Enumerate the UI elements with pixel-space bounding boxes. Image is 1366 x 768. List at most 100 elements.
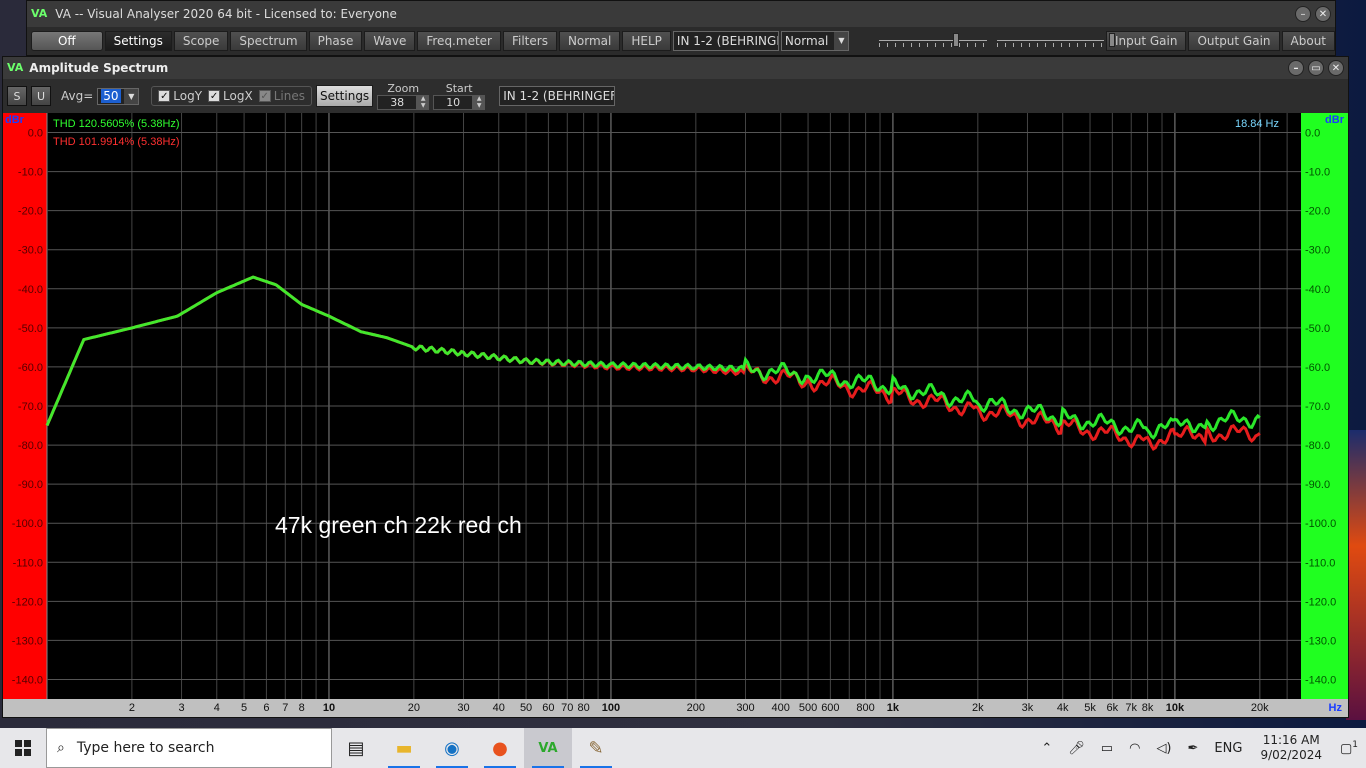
- minimize-button[interactable]: –: [1288, 60, 1304, 76]
- close-button[interactable]: ✕: [1315, 6, 1331, 22]
- freq-meter-button[interactable]: Freq.meter: [417, 31, 501, 51]
- minimize-button[interactable]: –: [1295, 6, 1311, 22]
- y-tick-label-right: -30.0: [1305, 245, 1330, 257]
- annotation-text: 47k green ch 22k red ch: [275, 512, 522, 538]
- firefox-icon[interactable]: ●: [476, 728, 524, 768]
- visual-analyser-taskbar-icon[interactable]: VA: [524, 728, 572, 768]
- spectrum-title: Amplitude Spectrum: [29, 61, 169, 75]
- task-view-icon[interactable]: ▤: [332, 728, 380, 768]
- start-value[interactable]: 10: [433, 95, 474, 110]
- settings-button[interactable]: Settings: [104, 31, 172, 51]
- search-icon: ⌕: [57, 740, 65, 756]
- battery-icon[interactable]: ▭: [1093, 741, 1121, 756]
- file-explorer-icon[interactable]: ▬: [380, 728, 428, 768]
- normal-button[interactable]: Normal: [558, 31, 621, 51]
- logy-checkbox[interactable]: ✓ LogY: [158, 89, 202, 103]
- check-icon: ✓: [258, 90, 271, 102]
- close-button[interactable]: ✕: [1328, 60, 1344, 76]
- wave-button[interactable]: Wave: [364, 31, 416, 51]
- y-tick-label-right: -80.0: [1305, 440, 1330, 452]
- microphone-icon[interactable]: 🎤︎: [1060, 741, 1093, 756]
- x-tick-label: 3: [178, 702, 184, 714]
- lines-label: Lines: [273, 89, 305, 103]
- avg-select[interactable]: 50 ▼: [97, 87, 140, 105]
- x-tick-label: 50: [520, 702, 532, 714]
- thd-red-readout: THD 101.9914% (5.38Hz): [53, 136, 180, 148]
- y-tick-label-right: -120.0: [1305, 596, 1336, 608]
- notifications-icon[interactable]: ▢1: [1332, 740, 1366, 756]
- spectrum-button[interactable]: Spectrum: [230, 31, 307, 51]
- taskbar-search[interactable]: ⌕ Type here to search: [46, 728, 332, 768]
- off-button[interactable]: Off: [31, 31, 103, 51]
- chevron-down-icon: ▼: [124, 88, 139, 104]
- clock[interactable]: 11:16 AM 9/02/2024: [1250, 733, 1332, 763]
- y-tick-label-left: -40.0: [18, 284, 43, 296]
- zoom-spinner[interactable]: Zoom 38 ▲ ▼: [377, 82, 430, 110]
- unit-label-right: dBr: [1325, 114, 1345, 126]
- x-tick-label: 8: [299, 702, 305, 714]
- about-button[interactable]: About: [1281, 31, 1336, 51]
- y-tick-label-right: -40.0: [1305, 284, 1330, 296]
- wifi-icon[interactable]: ◠: [1121, 741, 1148, 756]
- input-gain-button[interactable]: Input Gain: [1105, 31, 1187, 51]
- spectrum-settings-button[interactable]: Settings: [315, 85, 374, 107]
- spectrum-plot[interactable]: 0.0 0.0 -10.0 -10.0 -20.0 -20.0 -30.0 -30.0 -40.…: [3, 113, 1348, 717]
- zoom-value[interactable]: 38: [377, 95, 418, 110]
- x-tick-label: 5k: [1084, 702, 1096, 714]
- spectrum-titlebar: VA Amplitude Spectrum – ▭ ✕: [3, 57, 1348, 79]
- up-down-icon[interactable]: ▲ ▼: [473, 95, 486, 110]
- spectrum-chart[interactable]: 0.0 0.0 -10.0 -10.0 -20.0 -20.0 -30.0 -30.0 -40.…: [3, 113, 1348, 717]
- u-button[interactable]: U: [31, 86, 51, 106]
- x-tick-label: 40: [493, 702, 505, 714]
- scope-button[interactable]: Scope: [173, 31, 229, 51]
- logy-label: LogY: [173, 89, 203, 103]
- output-gain-button[interactable]: Output Gain: [1188, 31, 1280, 51]
- x-tick-label: 70: [561, 702, 573, 714]
- unit-label-left: dBr: [5, 114, 25, 126]
- lines-checkbox[interactable]: ✓ Lines: [258, 89, 305, 103]
- edge-browser-icon[interactable]: ◉: [428, 728, 476, 768]
- input-device-select[interactable]: IN 1-2 (BEHRINGER ▼: [672, 31, 779, 51]
- x-tick-label: 4: [214, 702, 220, 714]
- y-tick-label-left: -100.0: [12, 518, 43, 530]
- help-button[interactable]: HELP: [622, 31, 671, 51]
- x-tick-label: 5: [241, 702, 247, 714]
- spectrum-toolbar: S U Avg= 50 ▼ ✓ LogY ✓ LogX ✓ Lines Setting…: [3, 79, 1348, 113]
- output-gain-slider[interactable]: [996, 31, 1115, 51]
- s-button[interactable]: S: [7, 86, 27, 106]
- maximize-button[interactable]: ▭: [1308, 60, 1324, 76]
- windows-start-icon[interactable]: [0, 728, 46, 768]
- main-window: VA VA -- Visual Analyser 2020 64 bit - L…: [26, 0, 1336, 56]
- y-tick-label-left: 0.0: [28, 128, 43, 140]
- zoom-label: Zoom: [387, 82, 420, 95]
- start-spinner[interactable]: Start 10 ▲ ▼: [433, 82, 486, 110]
- spectrum-window: VA Amplitude Spectrum – ▭ ✕ S U Avg= 50 …: [2, 56, 1349, 718]
- filters-button[interactable]: Filters: [502, 31, 557, 51]
- input-gain-slider[interactable]: [879, 31, 987, 51]
- y-tick-label-left: -130.0: [12, 635, 43, 647]
- cursor-frequency-readout: 18.84 Hz: [1235, 118, 1279, 130]
- slider-thumb[interactable]: [953, 33, 960, 47]
- x-tick-label: 2k: [972, 702, 984, 714]
- language-indicator[interactable]: ENG: [1206, 741, 1250, 756]
- paint-icon[interactable]: ✎: [572, 728, 620, 768]
- y-tick-label-left: -70.0: [18, 401, 43, 413]
- spectrum-device-select[interactable]: IN 1-2 (BEHRINGEF ▼: [499, 86, 616, 106]
- plot-background[interactable]: [3, 113, 1348, 717]
- phase-button[interactable]: Phase: [308, 31, 363, 51]
- slider-thumb[interactable]: [1108, 33, 1115, 47]
- logx-label: LogX: [223, 89, 253, 103]
- volume-icon[interactable]: ◁): [1148, 741, 1179, 756]
- start-label: Start: [445, 82, 473, 95]
- up-down-icon[interactable]: ▲ ▼: [417, 95, 430, 110]
- chevron-up-icon[interactable]: ⌃: [1033, 741, 1060, 756]
- mode-select[interactable]: Normal ▼: [780, 31, 850, 51]
- clock-time: 11:16 AM: [1262, 733, 1320, 747]
- check-icon: ✓: [158, 90, 171, 102]
- system-tray: ⌃ 🎤︎ ▭ ◠ ◁) ✒ ENG 11:16 AM 9/02/2024 ▢1: [1033, 728, 1366, 768]
- main-toolbar: Off Settings Scope Spectrum Phase Wave F…: [27, 27, 1336, 55]
- x-tick-label: 7: [282, 702, 288, 714]
- pen-icon[interactable]: ✒: [1180, 741, 1207, 756]
- x-tick-label: 10k: [1166, 702, 1185, 714]
- logx-checkbox[interactable]: ✓ LogX: [208, 89, 253, 103]
